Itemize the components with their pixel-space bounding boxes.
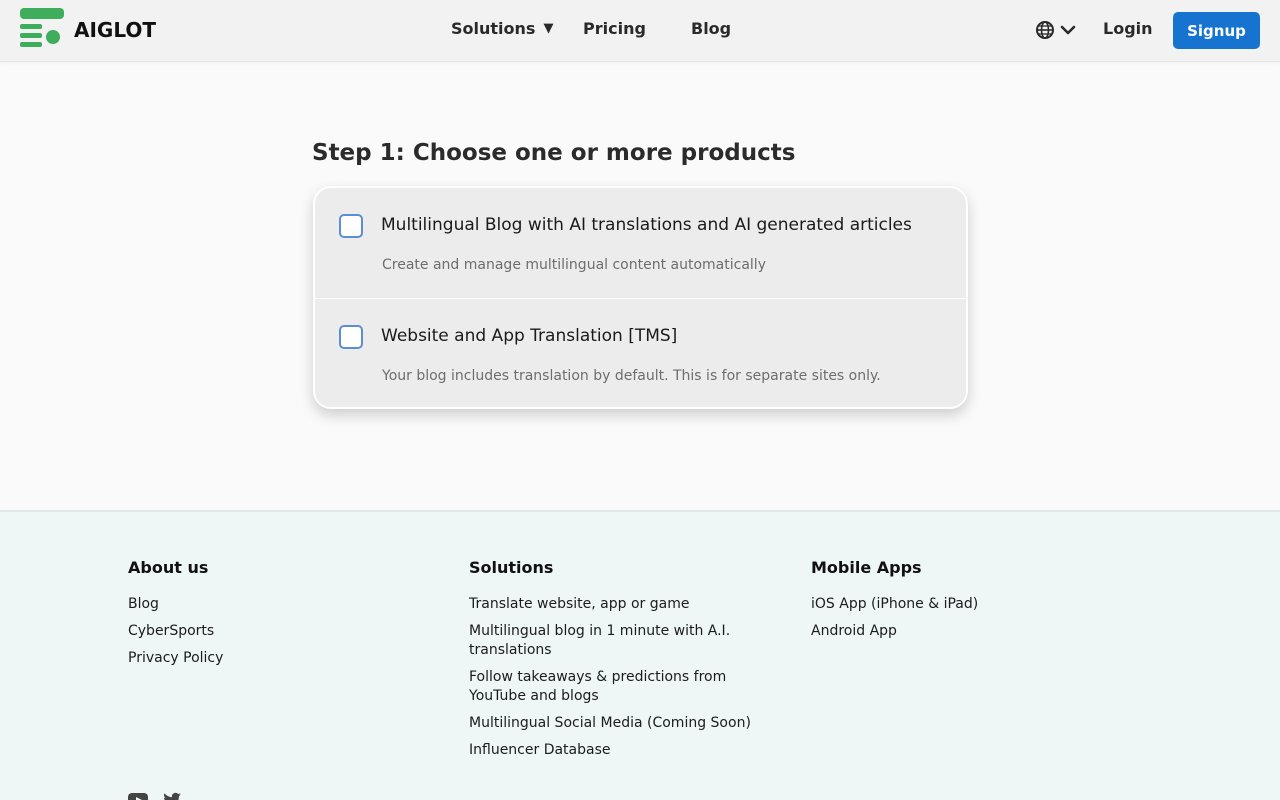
footer-link-privacy-policy[interactable]: Privacy Policy bbox=[128, 649, 223, 668]
language-selector[interactable] bbox=[1035, 20, 1077, 40]
product-description: Create and manage multilingual content a… bbox=[382, 257, 766, 273]
footer-solutions: Solutions Translate website, app or game… bbox=[469, 558, 769, 768]
footer-link-ios-app[interactable]: iOS App (iPhone & iPad) bbox=[811, 595, 978, 614]
footer-link-social-media[interactable]: Multilingual Social Media (Coming Soon) bbox=[469, 714, 769, 733]
brand-logo[interactable]: AIGLOT bbox=[20, 8, 156, 52]
site-footer: About us Blog CyberSports Privacy Policy… bbox=[0, 510, 1280, 800]
site-header: AIGLOT Solutions ▼ Pricing Blog Login Si… bbox=[0, 0, 1280, 62]
footer-mobile-apps: Mobile Apps iOS App (iPhone & iPad) Andr… bbox=[811, 558, 978, 649]
chevron-down-icon bbox=[1060, 25, 1076, 35]
product-title: Multilingual Blog with AI translations a… bbox=[381, 215, 912, 235]
product-title: Website and App Translation [TMS] bbox=[381, 326, 678, 346]
globe-icon bbox=[1036, 21, 1054, 39]
footer-about: About us Blog CyberSports Privacy Policy bbox=[128, 558, 223, 676]
nav-pricing[interactable]: Pricing bbox=[583, 19, 646, 38]
product-option-website-app-translation[interactable]: Website and App Translation [TMS] Your b… bbox=[315, 299, 966, 407]
nav-solutions[interactable]: Solutions ▼ bbox=[451, 19, 553, 38]
logo-icon bbox=[20, 8, 64, 47]
footer-link-translate-website[interactable]: Translate website, app or game bbox=[469, 595, 769, 614]
product-option-multilingual-blog[interactable]: Multilingual Blog with AI translations a… bbox=[315, 188, 966, 298]
footer-link-android-app[interactable]: Android App bbox=[811, 622, 978, 641]
footer-heading: Mobile Apps bbox=[811, 558, 922, 577]
product-checkbox[interactable] bbox=[339, 325, 363, 349]
youtube-icon[interactable] bbox=[128, 792, 148, 800]
nav-blog[interactable]: Blog bbox=[691, 19, 731, 38]
product-checkbox[interactable] bbox=[339, 214, 363, 238]
social-links bbox=[128, 792, 182, 800]
product-chooser: Multilingual Blog with AI translations a… bbox=[313, 186, 968, 409]
signup-button[interactable]: Signup bbox=[1173, 12, 1260, 49]
product-description: Your blog includes translation by defaul… bbox=[382, 368, 881, 384]
footer-link-multilingual-blog[interactable]: Multilingual blog in 1 minute with A.I. … bbox=[469, 622, 769, 660]
footer-link-cybersports[interactable]: CyberSports bbox=[128, 622, 223, 641]
footer-link-influencer-database[interactable]: Influencer Database bbox=[469, 741, 769, 760]
twitter-icon[interactable] bbox=[162, 792, 182, 800]
nav-solutions-label: Solutions bbox=[451, 19, 536, 38]
footer-heading: Solutions bbox=[469, 558, 554, 577]
footer-heading: About us bbox=[128, 558, 209, 577]
footer-link-blog[interactable]: Blog bbox=[128, 595, 223, 614]
footer-link-takeaways[interactable]: Follow takeaways & predictions from YouT… bbox=[469, 668, 769, 706]
login-link[interactable]: Login bbox=[1103, 19, 1153, 38]
step-title: Step 1: Choose one or more products bbox=[312, 140, 796, 166]
caret-down-icon: ▼ bbox=[543, 21, 554, 36]
brand-name: AIGLOT bbox=[74, 18, 157, 42]
